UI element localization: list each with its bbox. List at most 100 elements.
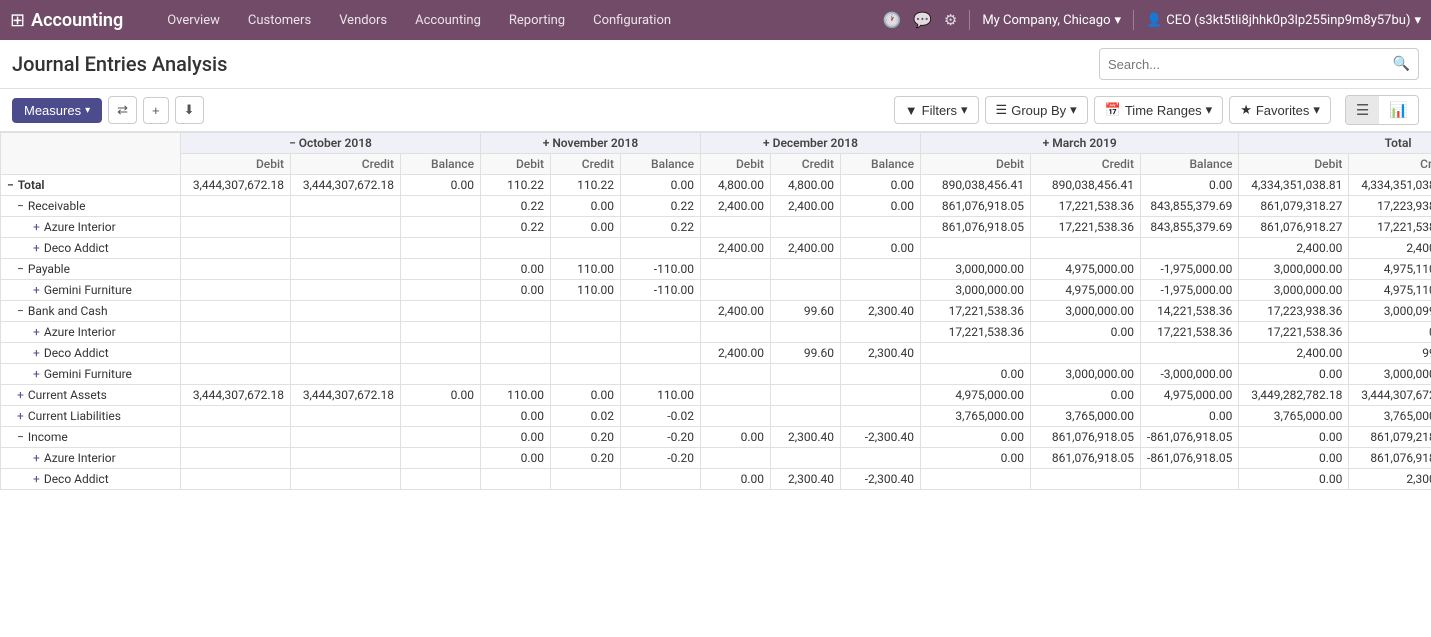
- top-navigation: ⊞ Accounting Overview Customers Vendors …: [0, 0, 1431, 40]
- cell: 0.20: [551, 427, 621, 448]
- period-dec-header[interactable]: + December 2018: [701, 133, 921, 154]
- row-label[interactable]: +Gemini Furniture: [1, 280, 181, 301]
- expand-icon[interactable]: +: [33, 367, 40, 381]
- row-label[interactable]: +Current Assets: [1, 385, 181, 406]
- cell: [291, 238, 401, 259]
- search-box[interactable]: 🔍: [1099, 48, 1419, 80]
- row-label[interactable]: −Total: [1, 175, 181, 196]
- period-oct-header[interactable]: − October 2018: [181, 133, 481, 154]
- cell: [291, 469, 401, 490]
- add-button[interactable]: +: [143, 97, 169, 124]
- cell: [291, 364, 401, 385]
- nov-credit-header: Credit: [551, 154, 621, 175]
- expand-icon[interactable]: +: [33, 220, 40, 234]
- expand-mar-icon: +: [1043, 136, 1050, 150]
- cell: [1141, 238, 1239, 259]
- expand-icon[interactable]: +: [33, 472, 40, 486]
- cell: 0.22: [481, 196, 551, 217]
- row-label[interactable]: −Receivable: [1, 196, 181, 217]
- table-view-button[interactable]: ☰: [1346, 96, 1379, 124]
- row-label[interactable]: +Current Liabilities: [1, 406, 181, 427]
- cell: [401, 322, 481, 343]
- cell: -0.02: [621, 406, 701, 427]
- cell: 0.02: [551, 406, 621, 427]
- period-mar-header[interactable]: + March 2019: [921, 133, 1239, 154]
- filters-button[interactable]: ▼ Filters ▾: [894, 96, 979, 124]
- cell: 4,975,000.00: [921, 385, 1031, 406]
- expand-icon[interactable]: +: [33, 283, 40, 297]
- collapse-icon[interactable]: −: [17, 430, 24, 444]
- row-label[interactable]: −Payable: [1, 259, 181, 280]
- app-logo[interactable]: ⊞ Accounting: [10, 10, 143, 31]
- period-nov-header[interactable]: + November 2018: [481, 133, 701, 154]
- row-label[interactable]: +Deco Addict: [1, 469, 181, 490]
- menu-overview[interactable]: Overview: [153, 0, 234, 40]
- clock-icon[interactable]: 🕐: [883, 11, 902, 29]
- row-label[interactable]: +Azure Interior: [1, 448, 181, 469]
- expand-icon[interactable]: +: [33, 451, 40, 465]
- cell: [841, 280, 921, 301]
- favorites-label: Favorites: [1256, 103, 1309, 118]
- menu-customers[interactable]: Customers: [234, 0, 325, 40]
- time-ranges-button[interactable]: 📅 Time Ranges ▾: [1094, 96, 1224, 124]
- expand-icon[interactable]: +: [17, 388, 24, 402]
- cell: 3,444,307,672.18: [1349, 385, 1431, 406]
- cell: [401, 448, 481, 469]
- tot-debit-header: Debit: [1239, 154, 1349, 175]
- row-label[interactable]: +Deco Addict: [1, 238, 181, 259]
- cell: 2,400.00: [771, 238, 841, 259]
- chat-icon[interactable]: 💬: [913, 11, 932, 29]
- row-label[interactable]: −Bank and Cash: [1, 301, 181, 322]
- menu-configuration[interactable]: Configuration: [579, 0, 685, 40]
- cell: [291, 301, 401, 322]
- mar-balance-header: Balance: [1141, 154, 1239, 175]
- search-input[interactable]: [1108, 57, 1393, 72]
- collapse-icon[interactable]: −: [17, 199, 24, 213]
- company-selector[interactable]: My Company, Chicago ▾: [982, 13, 1121, 28]
- nov-balance-header: Balance: [621, 154, 701, 175]
- cell: [181, 217, 291, 238]
- settings-icon[interactable]: ⚙: [944, 11, 957, 29]
- table-row: −Income 0.000.20-0.20 0.002,300.40-2,300…: [1, 427, 1431, 448]
- chart-view-button[interactable]: 📊: [1379, 96, 1418, 124]
- measures-button[interactable]: Measures: [12, 98, 102, 123]
- cell: 3,765,000.00: [1239, 406, 1349, 427]
- cell: 4,975,000.00: [1141, 385, 1239, 406]
- cell: 3,000,000.00: [1239, 280, 1349, 301]
- group-by-button[interactable]: ☰ Group By ▾: [985, 96, 1088, 124]
- expand-icon[interactable]: +: [33, 325, 40, 339]
- download-button[interactable]: ⬇: [175, 96, 204, 124]
- user-name: CEO (s3kt5tli8jhhk0p3lp255inp9m8y57bu): [1166, 13, 1410, 28]
- user-menu[interactable]: 👤 CEO (s3kt5tli8jhhk0p3lp255inp9m8y57bu)…: [1146, 13, 1421, 28]
- row-label[interactable]: +Azure Interior: [1, 217, 181, 238]
- expand-icon[interactable]: +: [17, 409, 24, 423]
- cell: [481, 238, 551, 259]
- menu-reporting[interactable]: Reporting: [495, 0, 579, 40]
- chevron-down-icon-user: ▾: [1414, 13, 1421, 28]
- expand-icon[interactable]: +: [33, 346, 40, 360]
- row-label[interactable]: −Income: [1, 427, 181, 448]
- filter-adjust-button[interactable]: ⇄: [108, 96, 137, 124]
- row-label[interactable]: +Deco Addict: [1, 343, 181, 364]
- expand-icon[interactable]: +: [33, 241, 40, 255]
- expand-nov-icon: +: [543, 136, 550, 150]
- data-table-container: − October 2018 + November 2018 + Decembe…: [0, 132, 1431, 637]
- table-row: −Receivable 0.220.000.22 2,400.002,400.0…: [1, 196, 1431, 217]
- cell: -861,076,918.05: [1141, 448, 1239, 469]
- expand-oct-icon: −: [289, 136, 296, 150]
- cell: 2,300.40: [1349, 469, 1431, 490]
- cell: 110.00: [621, 385, 701, 406]
- cell: -1,975,000.00: [1141, 259, 1239, 280]
- table-row: +Deco Addict 2,400.0099.602,300.40 2,400…: [1, 343, 1431, 364]
- collapse-icon[interactable]: −: [7, 178, 14, 192]
- menu-accounting[interactable]: Accounting: [401, 0, 495, 40]
- row-label[interactable]: +Gemini Furniture: [1, 364, 181, 385]
- collapse-icon[interactable]: −: [17, 304, 24, 318]
- cell: [771, 217, 841, 238]
- cell: 843,855,379.69: [1141, 217, 1239, 238]
- menu-vendors[interactable]: Vendors: [325, 0, 401, 40]
- favorites-button[interactable]: ★ Favorites ▾: [1229, 96, 1331, 124]
- row-label[interactable]: +Azure Interior: [1, 322, 181, 343]
- collapse-icon[interactable]: −: [17, 262, 24, 276]
- cell: 3,000,000.00: [1239, 259, 1349, 280]
